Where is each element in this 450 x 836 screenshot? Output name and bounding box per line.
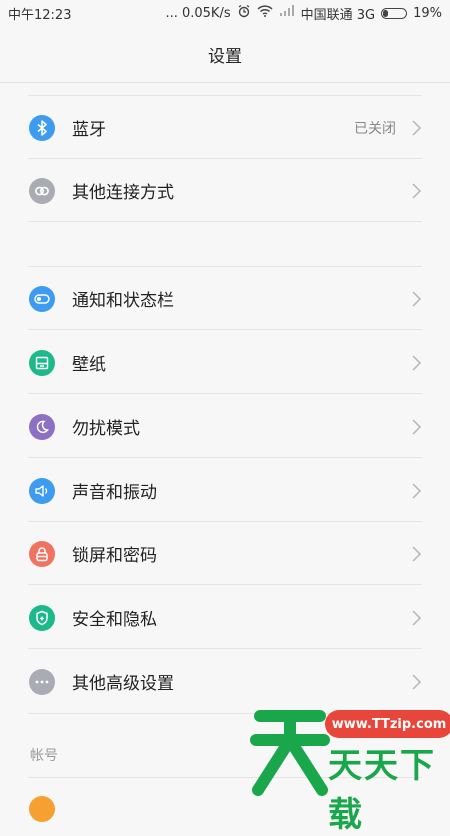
chevron-right-icon xyxy=(412,609,422,626)
chevron-right-icon xyxy=(412,354,422,371)
settings-item-label: 通知和状态栏 xyxy=(72,291,174,311)
carrier-label: 中国联通 3G xyxy=(300,7,376,23)
watermark: www.TTzip.com 天天下载 xyxy=(250,702,450,835)
settings-item-label: 勿扰模式 xyxy=(72,419,140,439)
page-title: 设置 xyxy=(208,46,242,67)
status-bar: 中午12:23 ... 0.05K/s 中国联通 3G 19% xyxy=(0,0,450,26)
chevron-right-icon xyxy=(412,119,422,136)
settings-item-label: 其他连接方式 xyxy=(72,183,174,203)
link-icon xyxy=(29,177,55,204)
settings-item-label: 蓝牙 xyxy=(72,120,106,140)
chevron-right-icon xyxy=(412,418,422,435)
settings-item-label: 锁屏和密码 xyxy=(72,546,157,566)
more-icon xyxy=(29,668,55,695)
battery-icon xyxy=(381,7,408,19)
section-header-account: 帐号 xyxy=(30,748,58,764)
settings-item-security[interactable]: 安全和隐私 xyxy=(0,586,450,649)
chevron-right-icon xyxy=(412,182,422,199)
divider xyxy=(28,648,422,649)
divider xyxy=(28,393,422,394)
settings-item-other-connections[interactable]: 其他连接方式 xyxy=(0,159,450,222)
title-bar: 设置 xyxy=(0,26,450,83)
watermark-url: www.TTzip.com xyxy=(325,710,450,738)
settings-item-label: 其他高级设置 xyxy=(72,674,174,694)
lock-icon xyxy=(29,540,55,567)
settings-item-label: 声音和振动 xyxy=(72,483,157,503)
divider xyxy=(28,457,422,458)
settings-item-label: 安全和隐私 xyxy=(72,610,157,630)
status-right: ... 0.05K/s 中国联通 3G 19% xyxy=(165,4,442,23)
divider xyxy=(28,329,422,330)
divider xyxy=(28,584,422,585)
alarm-icon xyxy=(237,4,251,22)
signal-icon xyxy=(279,5,295,21)
settings-item-bluetooth[interactable]: 蓝牙 已关闭 xyxy=(0,96,450,159)
settings-item-value: 已关闭 xyxy=(354,120,396,137)
watermark-logo xyxy=(250,710,330,796)
watermark-text: 天天下载 xyxy=(328,746,436,835)
settings-item-label: 壁纸 xyxy=(72,355,106,375)
toggle-icon xyxy=(29,285,55,312)
wifi-icon xyxy=(257,5,273,21)
divider xyxy=(28,221,422,222)
chevron-right-icon xyxy=(412,545,422,562)
settings-item-notifications[interactable]: 通知和状态栏 xyxy=(0,267,450,330)
chevron-right-icon xyxy=(412,482,422,499)
settings-item-sound[interactable]: 声音和振动 xyxy=(0,459,450,522)
chevron-right-icon xyxy=(412,290,422,307)
battery-percent: 19% xyxy=(413,5,442,21)
settings-item-wallpaper[interactable]: 壁纸 xyxy=(0,331,450,394)
moon-icon xyxy=(29,413,55,440)
bluetooth-icon xyxy=(29,114,55,141)
shield-icon xyxy=(29,604,55,631)
settings-item-lock-screen[interactable]: 锁屏和密码 xyxy=(0,522,450,585)
wallpaper-icon xyxy=(29,349,55,376)
network-speed: ... 0.05K/s xyxy=(165,5,231,21)
status-time: 中午12:23 xyxy=(8,7,72,23)
chevron-right-icon xyxy=(412,673,422,690)
settings-item-do-not-disturb[interactable]: 勿扰模式 xyxy=(0,395,450,458)
speaker-icon xyxy=(29,477,55,504)
